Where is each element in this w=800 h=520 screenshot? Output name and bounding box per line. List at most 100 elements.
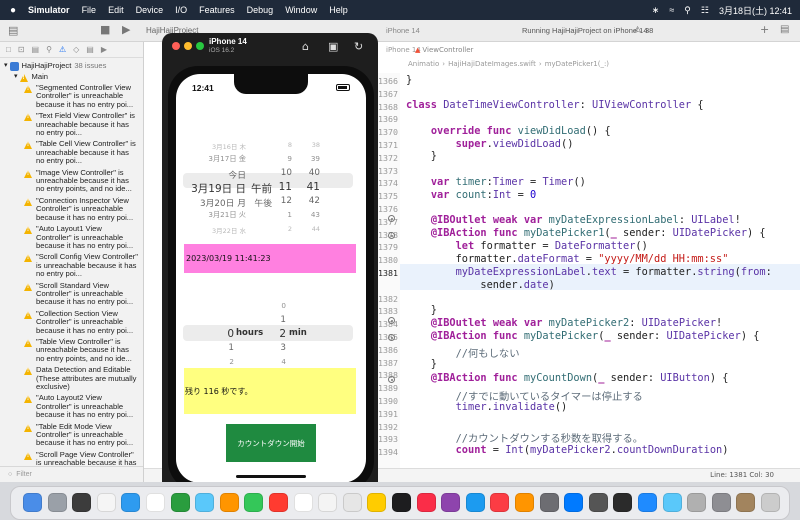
breadcrumb-folder[interactable]: Animatio bbox=[408, 60, 439, 68]
breadcrumb-method[interactable]: myDatePicker1(_:) bbox=[545, 60, 609, 68]
disclosure-icon[interactable]: ▾ bbox=[14, 73, 18, 81]
issue-row[interactable]: "Connection Inspector View Controller" i… bbox=[0, 196, 143, 222]
dock-app-icon[interactable] bbox=[736, 493, 756, 512]
run-icon[interactable]: ▶ bbox=[122, 23, 130, 36]
breakpoint-icon[interactable]: ▶ bbox=[101, 45, 107, 54]
date-picker-date-option[interactable]: 3月16日 木 bbox=[186, 141, 246, 151]
dock-app-icon[interactable] bbox=[269, 493, 288, 512]
dock-app-icon[interactable] bbox=[72, 493, 92, 512]
dock-app-icon[interactable] bbox=[219, 493, 239, 512]
issue-icon[interactable]: ⚠ bbox=[59, 45, 66, 54]
date-picker-hour-option[interactable]: 1 bbox=[272, 210, 292, 219]
source-control-icon[interactable]: ⊡ bbox=[18, 45, 25, 54]
dock-app-icon[interactable] bbox=[662, 493, 682, 512]
date-picker-minute-option[interactable]: 40 bbox=[298, 168, 320, 178]
action-connection-icon[interactable] bbox=[388, 232, 395, 239]
menu-device[interactable]: Device bbox=[136, 5, 164, 15]
code-line[interactable]: formatter.dateFormat = "yyyy/MM/dd HH:mm… bbox=[406, 253, 729, 265]
menu-io[interactable]: I/O bbox=[175, 5, 187, 15]
menu-features[interactable]: Features bbox=[199, 5, 235, 15]
code-line[interactable]: } bbox=[406, 304, 437, 316]
zoom-icon[interactable] bbox=[196, 42, 204, 50]
dock-app-icon[interactable] bbox=[613, 493, 633, 512]
date-picker-minute-option[interactable]: 44 bbox=[298, 225, 320, 233]
dock-app-icon[interactable] bbox=[441, 493, 461, 512]
issue-row[interactable]: "Scroll Config View Controller" is unrea… bbox=[0, 253, 143, 278]
date-picker-minute-option[interactable]: 43 bbox=[298, 210, 320, 219]
dock-app-icon[interactable] bbox=[146, 493, 165, 512]
code-line[interactable]: timer.invalidate() bbox=[406, 401, 568, 413]
action-connection-icon[interactable] bbox=[388, 334, 395, 341]
code-line[interactable]: @IBOutlet weak var myDatePicker2: UIDate… bbox=[406, 317, 722, 329]
date-picker-minute-option[interactable]: 41 bbox=[298, 181, 320, 193]
disclosure-icon[interactable]: ▾ bbox=[4, 62, 8, 70]
dock-app-icon[interactable] bbox=[121, 493, 141, 512]
issue-row[interactable]: "Table View Controller" is unreachable b… bbox=[0, 337, 143, 363]
dock-app-icon[interactable] bbox=[318, 493, 338, 512]
menu-window[interactable]: Window bbox=[285, 5, 317, 15]
outlet-connection-icon[interactable] bbox=[388, 215, 395, 222]
code-line[interactable]: var count:Int = 0 bbox=[406, 189, 536, 201]
menu-app-simulator[interactable]: Simulator bbox=[28, 5, 70, 15]
warning-count[interactable]: 38 bbox=[645, 26, 653, 35]
rotate-icon[interactable]: ↻ bbox=[354, 40, 363, 53]
code-line[interactable]: var timer:Timer = Timer() bbox=[406, 176, 586, 188]
countdown-minute-option[interactable]: 2 bbox=[276, 328, 286, 340]
search-icon[interactable]: ⚲ bbox=[684, 5, 691, 16]
symbol-icon[interactable]: ▤ bbox=[32, 45, 40, 54]
breadcrumb-file[interactable]: HajiHajiDateImages.swift bbox=[448, 60, 536, 68]
bluetooth-icon[interactable]: ∗ bbox=[652, 5, 660, 16]
date-picker-ampm-option[interactable]: 午前 bbox=[246, 181, 272, 196]
code-line[interactable]: let formatter = DateFormatter() bbox=[406, 240, 648, 252]
dock-app-icon[interactable] bbox=[23, 493, 42, 512]
date-picker-hour-option[interactable]: 12 bbox=[272, 196, 292, 206]
debug-icon[interactable]: ▤ bbox=[86, 45, 94, 54]
issue-row[interactable]: "Segmented Controller View Controller" i… bbox=[0, 83, 143, 109]
dock-app-icon[interactable] bbox=[490, 493, 510, 512]
date-picker-date-option[interactable]: 3月20日 月 bbox=[186, 196, 246, 209]
code-line[interactable]: override func viewDidLoad() { bbox=[406, 125, 611, 137]
date-picker-hour-option[interactable]: 11 bbox=[272, 181, 292, 193]
date-picker-hour-option[interactable]: 2 bbox=[272, 225, 292, 233]
folder-icon[interactable]: □ bbox=[6, 45, 11, 54]
code-line[interactable]: } bbox=[406, 358, 437, 370]
control-center-icon[interactable]: ☷ bbox=[701, 5, 709, 16]
menubar-clock[interactable]: 3月18日(土) 12:41 bbox=[719, 4, 792, 17]
group-row[interactable]: ▾ Main bbox=[0, 72, 143, 82]
code-line[interactable]: sender.date) bbox=[406, 279, 554, 291]
dock-app-icon[interactable] bbox=[367, 493, 387, 512]
dock-app-icon[interactable] bbox=[539, 493, 559, 512]
menu-debug[interactable]: Debug bbox=[247, 5, 274, 15]
filter-input[interactable]: Filter bbox=[16, 471, 32, 478]
code-line[interactable]: myDateExpressionLabel.text = formatter.s… bbox=[406, 266, 772, 278]
date-picker-date-option[interactable]: 3月22日 水 bbox=[186, 225, 246, 235]
date-picker-minute-option[interactable]: 39 bbox=[298, 154, 320, 163]
countdown-start-button[interactable]: カウントダウン開始 bbox=[226, 424, 316, 462]
apple-icon[interactable]: ● bbox=[10, 5, 16, 16]
menu-help[interactable]: Help bbox=[329, 5, 348, 15]
issue-row[interactable]: "Table Edit Mode View Controller" is unr… bbox=[0, 422, 143, 448]
countdown-hour-option[interactable]: 0 bbox=[216, 328, 234, 340]
dock-app-icon[interactable] bbox=[342, 493, 362, 512]
close-icon[interactable] bbox=[172, 42, 180, 50]
countdown-hour-option[interactable]: 2 bbox=[216, 357, 234, 366]
filter-bar[interactable]: ○ Filter bbox=[0, 466, 143, 482]
dock-app-icon[interactable] bbox=[293, 493, 313, 512]
issue-row[interactable]: Data Detection and Editable (These attri… bbox=[0, 365, 143, 391]
countdown-hour-option[interactable]: 1 bbox=[216, 343, 234, 353]
countdown-minute-option[interactable]: 3 bbox=[276, 343, 286, 353]
issue-row[interactable]: "Auto Layout2 View Controller" is unreac… bbox=[0, 394, 143, 419]
dock-app-icon[interactable] bbox=[244, 493, 264, 512]
dock-app-icon[interactable] bbox=[47, 493, 67, 512]
action-connection-icon[interactable] bbox=[388, 376, 395, 383]
code-line[interactable]: //カウントダウンする秒数を取得する。 bbox=[406, 430, 643, 445]
date-picker-minute-option[interactable]: 38 bbox=[298, 141, 320, 149]
date-picker-date-option[interactable]: 今日 bbox=[186, 168, 246, 181]
wifi-icon[interactable]: ≈ bbox=[669, 5, 674, 15]
home-icon[interactable]: ⌂ bbox=[302, 40, 309, 53]
editor-tab-viewcontroller[interactable]: ▲ ViewController bbox=[409, 43, 473, 57]
date-picker-minute-option[interactable]: 42 bbox=[298, 196, 320, 206]
issue-row[interactable]: "Image View Controller" is unreachable b… bbox=[0, 168, 143, 194]
screenshot-icon[interactable]: ▣ bbox=[328, 40, 338, 53]
code-line[interactable]: } bbox=[406, 150, 437, 162]
